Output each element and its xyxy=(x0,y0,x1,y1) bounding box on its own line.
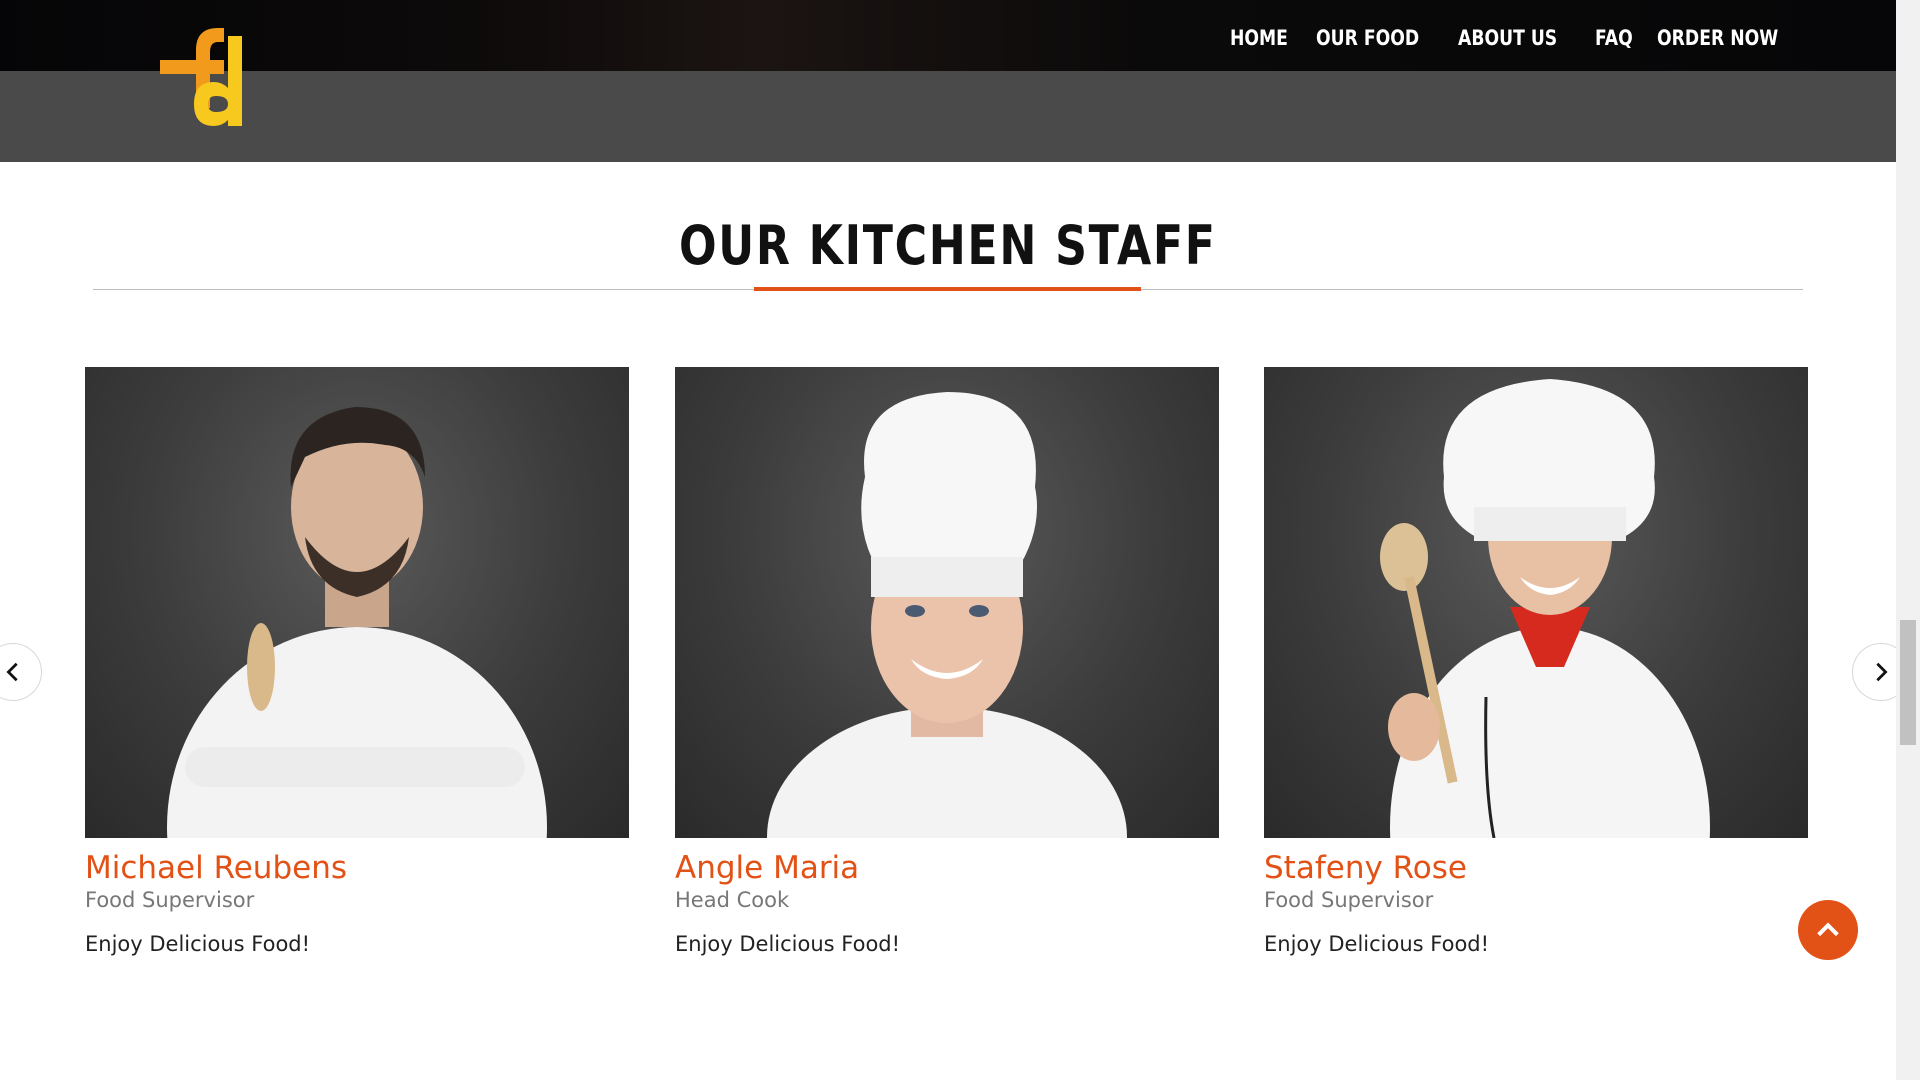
staff-photo xyxy=(85,367,629,838)
logo-icon xyxy=(160,28,242,126)
title-accent-underline xyxy=(754,287,1141,291)
nav-order-now[interactable]: ORDER NOW xyxy=(1657,26,1778,50)
page-scrollbar[interactable] xyxy=(1896,0,1920,1080)
main-nav: HOME OUR FOOD ABOUT US FAQ ORDER NOW xyxy=(1230,26,1783,50)
staff-photo xyxy=(1264,367,1808,838)
section-title-text: OUR KITCHEN STAFF xyxy=(679,214,1217,277)
staff-card: Stafeny Rose Food Supervisor Enjoy Delic… xyxy=(1264,367,1808,956)
staff-description: Enjoy Delicious Food! xyxy=(675,932,901,956)
chef-portrait-icon xyxy=(167,407,547,838)
chevron-right-icon xyxy=(1876,662,1888,682)
staff-name[interactable]: Michael Reubens xyxy=(85,850,629,886)
chef-portrait-icon xyxy=(767,392,1127,838)
staff-role: Food Supervisor xyxy=(85,888,255,912)
chef-portrait-icon xyxy=(1380,379,1710,838)
scrollbar-thumb[interactable] xyxy=(1900,620,1916,745)
staff-photo xyxy=(675,367,1219,838)
staff-role: Head Cook xyxy=(675,888,790,912)
nav-our-food[interactable]: OUR FOOD xyxy=(1316,26,1419,50)
chevron-up-icon xyxy=(1817,922,1839,937)
staff-description: Enjoy Delicious Food! xyxy=(1264,932,1490,956)
staff-name[interactable]: Angle Maria xyxy=(675,850,1219,886)
staff-description: Enjoy Delicious Food! xyxy=(85,932,311,956)
section-title: OUR KITCHEN STAFF xyxy=(0,214,1896,277)
staff-card: Michael Reubens Food Supervisor Enjoy De… xyxy=(85,367,629,956)
scroll-to-top-button[interactable] xyxy=(1798,900,1858,960)
site-header: HOME OUR FOOD ABOUT US FAQ ORDER NOW xyxy=(0,0,1896,162)
nav-faq[interactable]: FAQ xyxy=(1595,26,1633,50)
staff-card: Angle Maria Head Cook Enjoy Delicious Fo… xyxy=(675,367,1219,956)
nav-home[interactable]: HOME xyxy=(1230,26,1288,50)
site-logo[interactable] xyxy=(158,20,258,130)
nav-about-us[interactable]: ABOUT US xyxy=(1458,26,1557,50)
carousel-prev-button[interactable] xyxy=(0,643,42,701)
staff-role: Food Supervisor xyxy=(1264,888,1434,912)
staff-name[interactable]: Stafeny Rose xyxy=(1264,850,1808,886)
chevron-left-icon xyxy=(6,662,18,682)
